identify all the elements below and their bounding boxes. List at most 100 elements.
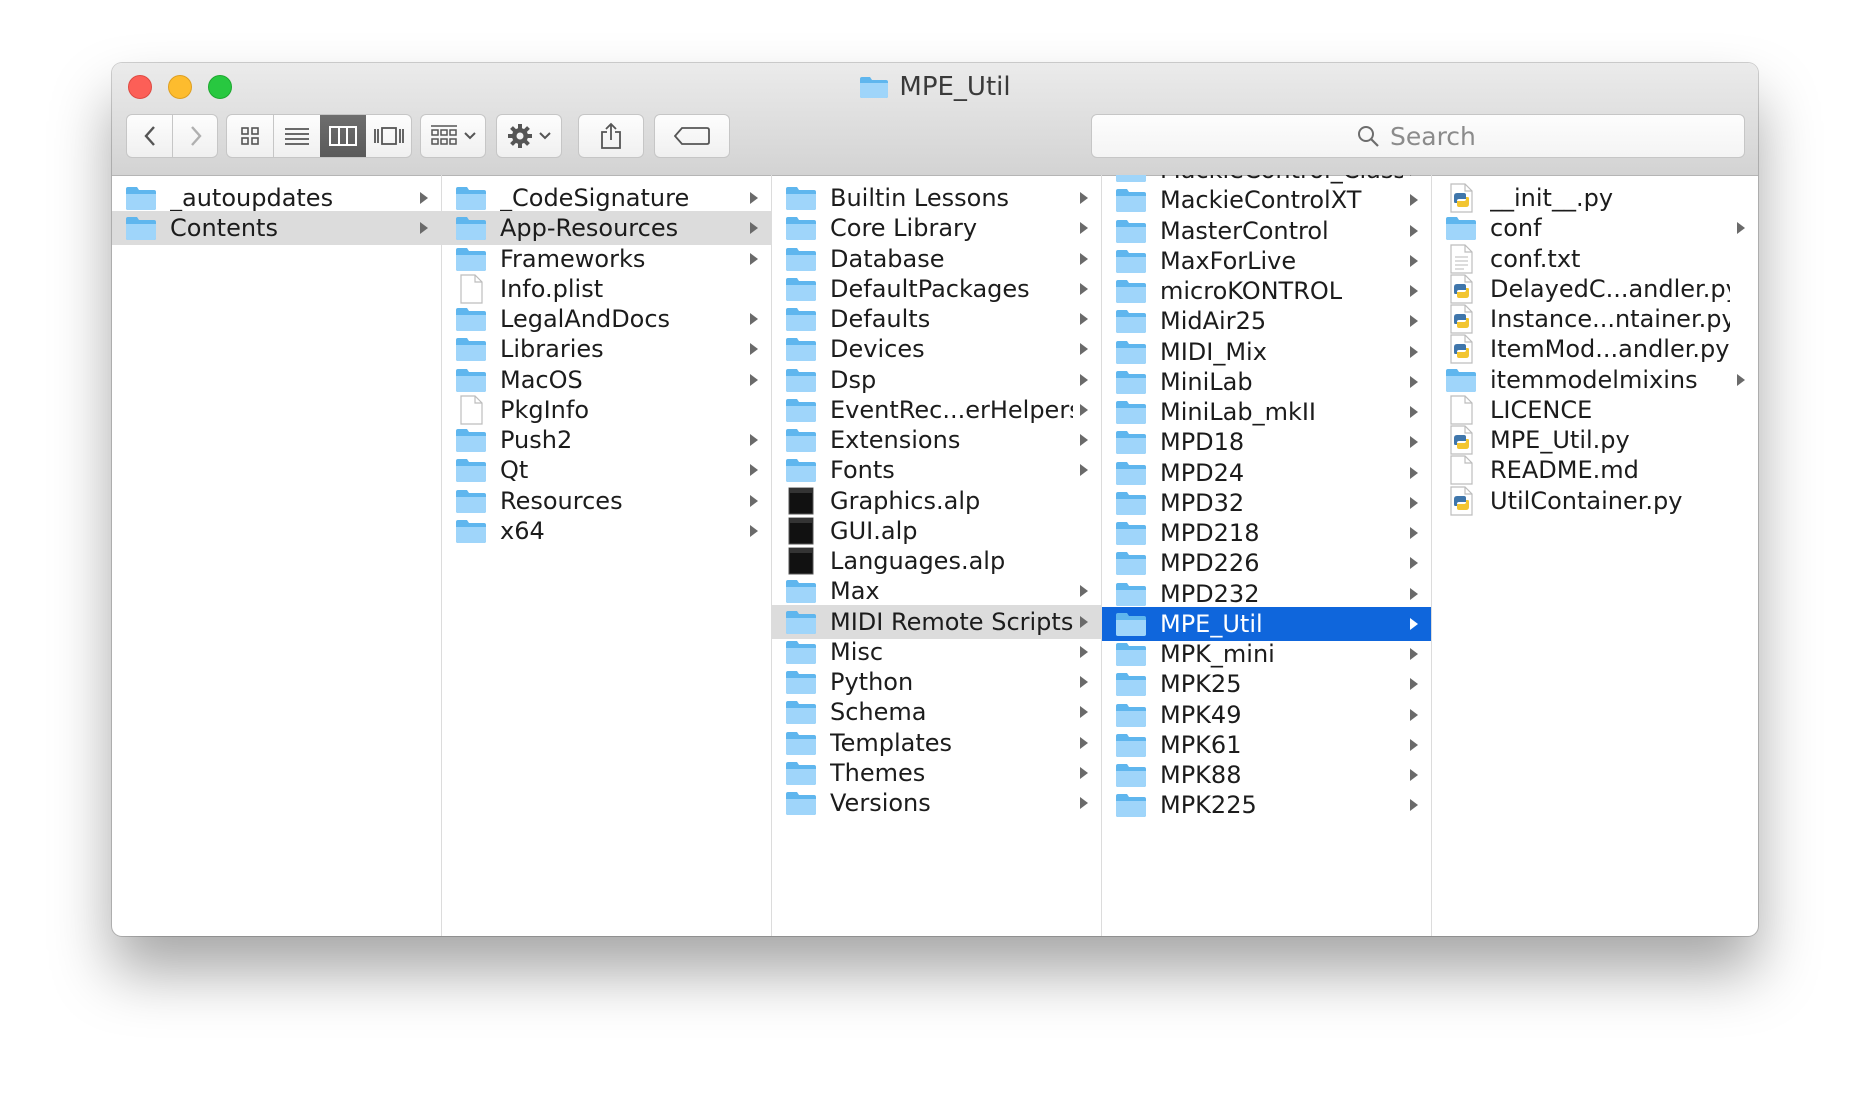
- folder-icon: [1114, 337, 1148, 367]
- list-item[interactable]: Extensions: [772, 423, 1101, 457]
- list-item[interactable]: README.md: [1432, 453, 1758, 487]
- list-item[interactable]: MPK_mini: [1102, 637, 1431, 671]
- list-item[interactable]: Dsp: [772, 363, 1101, 397]
- tags-button[interactable]: [654, 114, 730, 158]
- list-item[interactable]: Qt: [442, 453, 771, 487]
- python-file-icon: [1444, 334, 1478, 364]
- list-item[interactable]: MPK25: [1102, 667, 1431, 701]
- browser-column-5[interactable]: __init__.py conf conf.txt DelayedC...andler…: [1432, 175, 1758, 936]
- list-item[interactable]: MIDI Remote Scripts: [772, 604, 1101, 639]
- browser-column-4[interactable]: MackieControl_ClassicMackieControlXTMast…: [1102, 175, 1432, 936]
- list-item[interactable]: __init__.py: [1432, 181, 1758, 215]
- list-item[interactable]: MPK88: [1102, 758, 1431, 792]
- browser-column-3[interactable]: Builtin Lessons Core Library Database Defau…: [772, 175, 1102, 936]
- list-item[interactable]: Schema: [772, 695, 1101, 729]
- list-item[interactable]: LegalAndDocs: [442, 302, 771, 336]
- folder-icon: [1114, 216, 1148, 246]
- list-item[interactable]: Builtin Lessons: [772, 181, 1101, 215]
- list-item[interactable]: MPK225: [1102, 788, 1431, 822]
- list-item[interactable]: Instance...ntainer.py: [1432, 302, 1758, 336]
- list-item[interactable]: EventRec...erHelpers: [772, 393, 1101, 427]
- list-item[interactable]: Defaults: [772, 302, 1101, 336]
- disclosure-arrow-icon: [1403, 617, 1425, 631]
- list-item[interactable]: MiniLab: [1102, 365, 1431, 399]
- list-item[interactable]: conf.txt: [1432, 242, 1758, 276]
- list-item[interactable]: MiniLab_mkII: [1102, 395, 1431, 429]
- list-item[interactable]: itemmodelmixins: [1432, 363, 1758, 397]
- list-item[interactable]: Graphics.alp: [772, 484, 1101, 518]
- list-item[interactable]: Python: [772, 665, 1101, 699]
- list-item[interactable]: MidAir25: [1102, 304, 1431, 338]
- list-view-button[interactable]: [274, 115, 320, 157]
- document-icon: [1444, 455, 1478, 485]
- title-bar: MPE_Util: [112, 63, 1758, 176]
- icon-view-button[interactable]: [227, 115, 273, 157]
- list-item[interactable]: MPD226: [1102, 546, 1431, 580]
- columns-icon: [329, 126, 357, 146]
- list-item[interactable]: LICENCE: [1432, 393, 1758, 427]
- list-item[interactable]: MIDI_Mix: [1102, 335, 1431, 369]
- list-item[interactable]: conf: [1432, 211, 1758, 245]
- column-view-button[interactable]: [320, 115, 366, 157]
- search-input[interactable]: [1390, 121, 1480, 151]
- list-item[interactable]: App-Resources: [442, 211, 771, 246]
- list-item[interactable]: Fonts: [772, 453, 1101, 487]
- list-item[interactable]: Devices: [772, 332, 1101, 366]
- forward-button[interactable]: [173, 115, 218, 157]
- list-item[interactable]: Info.plist: [442, 272, 771, 306]
- list-item[interactable]: Versions: [772, 786, 1101, 820]
- list-item[interactable]: MPK61: [1102, 728, 1431, 762]
- item-name: Defaults: [830, 305, 931, 333]
- action-button[interactable]: [496, 114, 562, 158]
- folder-icon: [124, 183, 158, 213]
- list-item[interactable]: PkgInfo: [442, 393, 771, 427]
- browser-column-2[interactable]: _CodeSignature App-Resources Frameworks Inf…: [442, 175, 772, 936]
- list-item[interactable]: Contents: [112, 211, 441, 246]
- arrange-button[interactable]: [420, 114, 486, 158]
- list-item[interactable]: MPD18: [1102, 425, 1431, 459]
- list-item[interactable]: Push2: [442, 423, 771, 457]
- coverflow-view-button[interactable]: [366, 115, 412, 157]
- list-item[interactable]: Resources: [442, 484, 771, 518]
- list-item[interactable]: Max: [772, 574, 1101, 608]
- coverflow-icon: [374, 127, 404, 145]
- disclosure-arrow-icon: [1073, 796, 1095, 810]
- list-item[interactable]: MPD24: [1102, 456, 1431, 490]
- list-item[interactable]: Database: [772, 242, 1101, 276]
- list-item[interactable]: MasterControl: [1102, 214, 1431, 248]
- list-item[interactable]: GUI.alp: [772, 514, 1101, 548]
- list-item[interactable]: Misc: [772, 635, 1101, 669]
- back-button[interactable]: [127, 115, 172, 157]
- list-item[interactable]: _CodeSignature: [442, 181, 771, 215]
- list-item[interactable]: DelayedC...andler.py: [1432, 272, 1758, 306]
- finder-window: MPE_Util Search _autoupdates Contents _C…: [112, 63, 1758, 936]
- list-item[interactable]: ItemMod...andler.py: [1432, 332, 1758, 366]
- list-item[interactable]: MPK49: [1102, 698, 1431, 732]
- share-button[interactable]: [578, 114, 644, 158]
- list-item[interactable]: UtilContainer.py: [1432, 484, 1758, 518]
- list-item[interactable]: Templates: [772, 726, 1101, 760]
- list-item[interactable]: MacOS: [442, 363, 771, 397]
- list-item[interactable]: Frameworks: [442, 242, 771, 276]
- list-item[interactable]: MPE_Util: [1102, 606, 1431, 641]
- list-item[interactable]: DefaultPackages: [772, 272, 1101, 306]
- list-item[interactable]: Languages.alp: [772, 544, 1101, 578]
- list-item[interactable]: MPD218: [1102, 516, 1431, 550]
- folder-icon: [784, 607, 818, 637]
- list-item[interactable]: Core Library: [772, 211, 1101, 245]
- item-name: itemmodelmixins: [1490, 365, 1698, 394]
- list-item[interactable]: microKONTROL: [1102, 274, 1431, 308]
- list-item[interactable]: MPE_Util.py: [1432, 423, 1758, 457]
- list-item[interactable]: MaxForLive: [1102, 244, 1431, 278]
- list-item[interactable]: Themes: [772, 756, 1101, 790]
- list-item[interactable]: x64: [442, 514, 771, 548]
- list-item[interactable]: Libraries: [442, 332, 771, 366]
- list-item[interactable]: MackieControlXT: [1102, 183, 1431, 217]
- list-item[interactable]: _autoupdates: [112, 181, 441, 215]
- item-name: MPK88: [1160, 761, 1242, 789]
- browser-column-1[interactable]: _autoupdates Contents: [112, 175, 442, 936]
- search-field[interactable]: [1091, 114, 1745, 158]
- item-name: MidAir25: [1160, 307, 1267, 336]
- list-item[interactable]: MPD32: [1102, 486, 1431, 520]
- list-item[interactable]: MPD232: [1102, 577, 1431, 611]
